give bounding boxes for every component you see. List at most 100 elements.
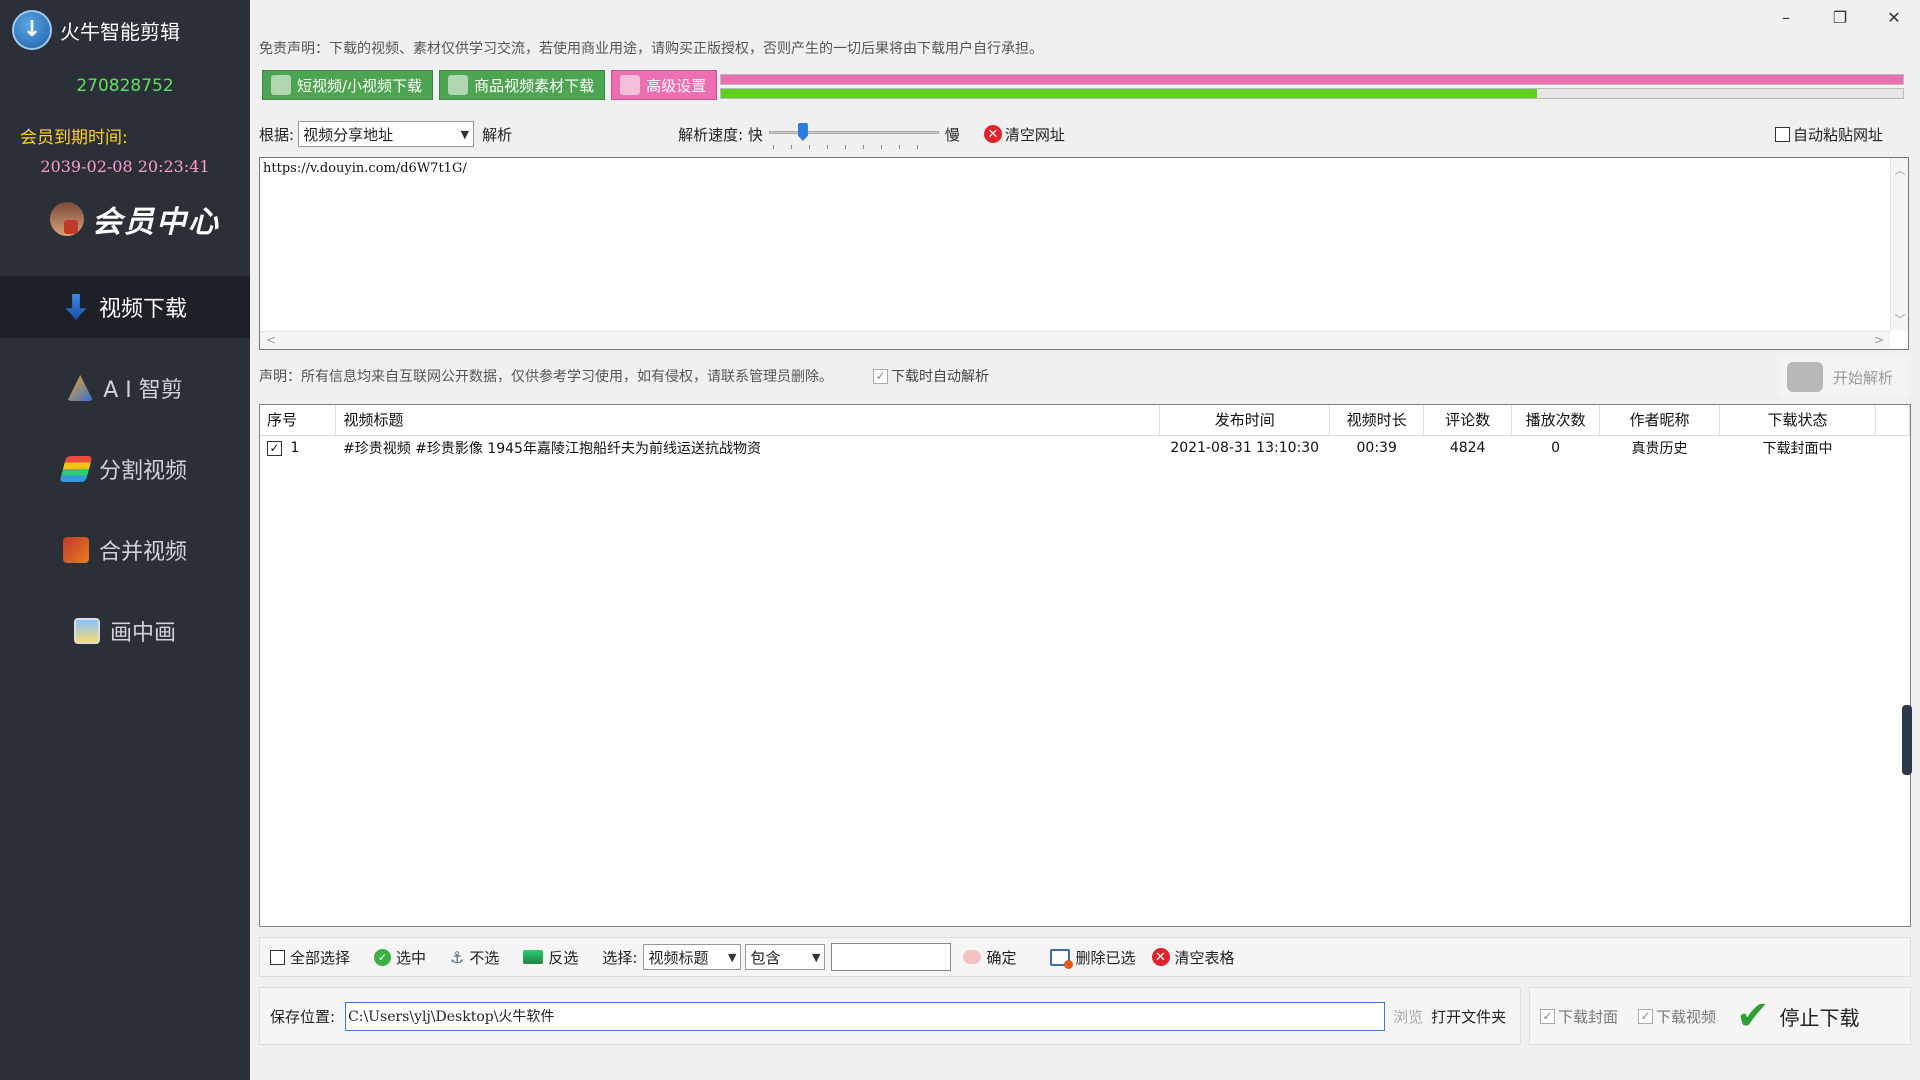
main-panel: – ❐ ✕ 免责声明：下载的视频、素材仅供学习交流，若使用商业用途，请购买正版授… [250,0,1920,1080]
deselect-button[interactable]: ⚓ 不选 [450,947,499,968]
select-all-label: 全部选择 [290,948,351,967]
product-video-download-label: 商品视频素材下载 [474,76,595,95]
column-header[interactable]: 视频标题 [335,405,1161,436]
browse-button[interactable]: 浏览 [1393,1006,1423,1027]
duration-cell: 00:39 [1356,440,1397,457]
invert-selection-button[interactable]: 反选 [523,947,578,968]
auto-parse-checkbox[interactable]: ✓ 下载时自动解析 [873,366,989,386]
app-logo-icon: ↓ [12,10,52,50]
field-select[interactable]: 视频标题 ▼ [643,944,742,970]
sidebar-item-merge-video[interactable]: 合并视频 [0,519,250,581]
sidebar-item-label: 合并视频 [98,540,187,565]
close-icon[interactable]: ✕ [1882,8,1906,27]
save-path-input[interactable]: C:\Users\ylj\Desktop\火牛软件 [345,1001,1386,1031]
advanced-settings-button[interactable]: 高级设置 [611,70,718,100]
video-table: 序号 视频标题 发布时间 视频时长 评论数 播放次数 作者昵称 下载状态 ✓ 1 [260,405,1911,461]
clear-table-button[interactable]: ✕ 清空表格 [1151,947,1235,968]
product-video-download-button[interactable]: 商品视频素材下载 [439,70,606,100]
checkbox-box[interactable]: ✓ [1540,1008,1555,1024]
sidebar-item-picture-in-picture[interactable]: 画中画 [0,600,250,662]
member-center-button[interactable]: 会员中心 [50,196,220,242]
table-row[interactable]: ✓ 1 #珍贵视频 #珍贵影像 1945年嘉陵江抱船纤夫为前线运送抗战物资 20… [260,435,1910,461]
save-location-label: 保存位置: [270,1007,336,1026]
scroll-left-icon[interactable]: < [266,333,276,347]
column-header[interactable]: 发布时间 [1159,405,1331,436]
restore-icon[interactable]: ❐ [1828,8,1852,27]
side-scroll-handle[interactable] [1902,705,1912,775]
sidebar-item-ai-edit[interactable]: A I 智剪 [0,357,250,419]
advanced-settings-label: 高级设置 [646,76,707,95]
stop-download-label: 停止下载 [1779,1005,1860,1030]
column-header[interactable]: 下载状态 [1719,405,1876,436]
auto-paste-label: 自动粘贴网址 [1792,125,1883,144]
clear-table-icon: ✕ [1151,948,1170,966]
clear-url-button[interactable]: ✕ 清空网址 [983,124,1065,145]
scroll-up-icon[interactable]: ︿ [1891,162,1909,178]
picture-in-picture-icon [73,618,100,644]
window-controls: – ❐ ✕ [1774,8,1906,27]
ai-edit-icon [67,375,94,401]
checkbox-box[interactable] [270,949,285,965]
url-textarea[interactable]: https://v.douyin.com/d6W7t1G/ ︿ ﹀ < > [259,157,1909,350]
vertical-scrollbar[interactable]: ︿ ﹀ [1890,158,1908,331]
checkbox-box[interactable]: ✓ [1638,1008,1654,1024]
progress-bar-2 [720,88,1904,99]
column-header[interactable]: 视频时长 [1329,405,1425,436]
sidebar-item-label: 视频下载 [98,297,187,322]
slider-thumb[interactable] [797,123,808,141]
open-folder-button[interactable]: 打开文件夹 [1431,1006,1506,1027]
scroll-down-icon[interactable]: ﹀ [1891,311,1909,327]
sidebar-item-split-video[interactable]: 分割视频 [0,438,250,500]
chevron-down-icon: ▼ [460,127,470,141]
start-parse-icon [1787,362,1823,392]
notice-text: 声明：所有信息均来自互联网公开数据，仅供参考学习使用，如有侵权，请联系管理员删除… [259,369,833,385]
match-select[interactable]: 包含 ▼ [745,944,826,970]
column-header[interactable]: 评论数 [1423,405,1513,436]
checkbox-box[interactable] [1774,126,1790,142]
confirm-label: 确定 [986,948,1017,967]
download-cover-checkbox[interactable]: ✓ 下载封面 [1540,1006,1618,1027]
slider-line [768,131,939,134]
start-parse-button[interactable]: 开始解析 [1779,357,1909,397]
minimize-icon[interactable]: – [1774,8,1798,27]
app-header: ↓ 火牛智能剪辑 [12,10,180,50]
toolbar: 短视频/小视频下载 商品视频素材下载 高级设置 [262,70,718,100]
progress-area [720,74,1904,102]
author-cell: 真贵历史 [1631,441,1688,458]
short-video-download-button[interactable]: 短视频/小视频下载 [262,70,434,100]
speed-label: 解析速度: 快 [678,125,763,144]
parse-speed-slider[interactable] [768,121,939,149]
sidebar-item-video-download[interactable]: 视频下载 [0,276,250,338]
delete-selected-button[interactable]: 删除已选 [1050,947,1136,969]
save-location-bar: 保存位置: C:\Users\ylj\Desktop\火牛软件 浏览 打开文件夹 [259,987,1521,1045]
auto-paste-checkbox[interactable]: 自动粘贴网址 [1774,124,1883,145]
horizontal-scrollbar[interactable]: < > [260,331,1890,349]
scroll-right-icon[interactable]: > [1874,333,1884,347]
checkbox-box[interactable]: ✓ [873,368,888,384]
results-table: 序号 视频标题 发布时间 视频时长 评论数 播放次数 作者昵称 下载状态 ✓ 1 [259,404,1912,927]
column-header[interactable]: 序号 [260,405,337,436]
select-button[interactable]: ✓ 选中 [374,947,426,968]
sidebar: ↓ 火牛智能剪辑 270828752 会员到期时间: 2039-02-08 20… [0,0,250,1080]
chevron-down-icon: ▼ [728,950,737,964]
select-all-checkbox[interactable]: 全部选择 [270,947,350,968]
status-cell: 下载封面中 [1762,441,1833,458]
confirm-button[interactable]: 确定 [963,947,1016,968]
column-header[interactable]: 播放次数 [1511,405,1601,436]
row-index: 1 [290,440,300,457]
column-header[interactable]: 作者昵称 [1599,405,1721,436]
hand-icon [963,950,982,964]
auto-parse-label: 下载时自动解析 [891,369,989,385]
basis-label: 根据: [259,125,295,144]
progress-fill-2 [721,89,1537,98]
basis-select[interactable]: 视频分享地址 ▼ [298,121,475,147]
start-parse-label: 开始解析 [1833,368,1894,387]
chevron-down-icon: ▼ [812,950,821,964]
check-circle-icon: ✓ [374,948,392,966]
clear-url-label: 清空网址 [1004,125,1065,144]
stop-download-button[interactable]: ✔ 停止下载 [1736,996,1860,1036]
filter-input[interactable] [831,943,952,971]
row-checkbox[interactable]: ✓ [267,440,282,456]
download-video-checkbox[interactable]: ✓ 下载视频 [1638,1006,1716,1027]
spacer-cell [1875,435,1909,461]
